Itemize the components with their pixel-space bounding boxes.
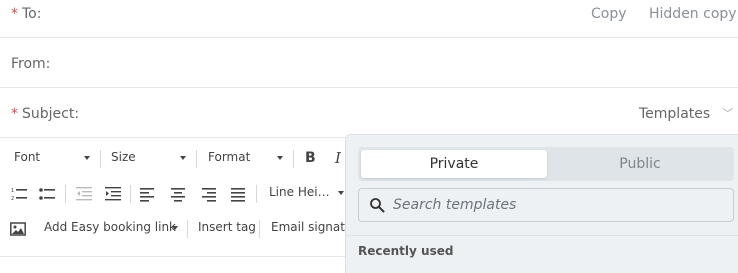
- templates-label: Templates: [639, 106, 711, 122]
- svg-text:1: 1: [11, 188, 14, 194]
- templates-dropdown[interactable]: Templates ﹀: [639, 106, 733, 122]
- toolbar-separator: [65, 185, 66, 203]
- toolbar-separator: [100, 150, 101, 168]
- template-search-input[interactable]: [393, 189, 723, 221]
- toolbar-separator: [130, 185, 131, 203]
- required-mark: *: [11, 6, 18, 22]
- font-select[interactable]: Font: [14, 150, 40, 164]
- tab-private[interactable]: Private: [361, 150, 547, 178]
- to-label: * To:: [11, 6, 42, 22]
- format-caret-icon: [277, 156, 283, 160]
- tab-public[interactable]: Public: [549, 150, 731, 178]
- align-right-icon[interactable]: [200, 186, 216, 202]
- required-mark: *: [11, 106, 18, 122]
- outdent-icon[interactable]: [76, 186, 92, 202]
- line-height-select[interactable]: Line Hei…: [269, 185, 330, 199]
- indent-icon[interactable]: [105, 186, 121, 202]
- templates-scope-toggle: Private Public: [358, 147, 734, 181]
- copy-link[interactable]: Copy: [591, 6, 627, 22]
- toolbar-separator: [259, 220, 260, 238]
- templates-panel: Private Public Recently used: [345, 134, 738, 273]
- subject-label: * Subject:: [11, 106, 80, 122]
- size-caret-icon: [180, 156, 186, 160]
- to-field-row: * To: Copy Hidden copy: [0, 0, 738, 38]
- image-icon[interactable]: [10, 221, 26, 237]
- toolbar-separator: [293, 150, 294, 168]
- format-select[interactable]: Format: [208, 150, 250, 164]
- from-label: From:: [11, 56, 51, 72]
- easy-booking-caret-icon: [172, 226, 178, 230]
- hidden-copy-link[interactable]: Hidden copy: [649, 6, 737, 22]
- svg-text:2: 2: [11, 196, 14, 202]
- panel-divider: [346, 235, 738, 236]
- from-field-row: From:: [0, 38, 738, 88]
- bold-button[interactable]: B: [305, 150, 316, 166]
- insert-tag-button[interactable]: Insert tag: [198, 220, 256, 234]
- subject-field-row: * Subject: Templates ﹀: [0, 88, 738, 138]
- toolbar-separator: [256, 185, 257, 203]
- add-easy-booking-link-button[interactable]: Add Easy booking link: [44, 220, 176, 234]
- align-left-icon[interactable]: [140, 186, 156, 202]
- chevron-down-icon: ﹀: [722, 107, 734, 120]
- font-caret-icon: [84, 156, 90, 160]
- template-search-box: [358, 188, 734, 222]
- align-center-icon[interactable]: [170, 186, 186, 202]
- line-height-caret-icon: [338, 191, 344, 195]
- italic-button[interactable]: I: [335, 149, 341, 167]
- search-icon: [370, 198, 385, 213]
- align-justify-icon[interactable]: [230, 186, 246, 202]
- toolbar-separator: [196, 150, 197, 168]
- recently-used-heading: Recently used: [358, 244, 454, 258]
- toolbar-separator: [187, 220, 188, 238]
- size-select[interactable]: Size: [111, 150, 136, 164]
- ordered-list-icon[interactable]: 1 2: [11, 186, 27, 202]
- unordered-list-icon[interactable]: [39, 186, 55, 202]
